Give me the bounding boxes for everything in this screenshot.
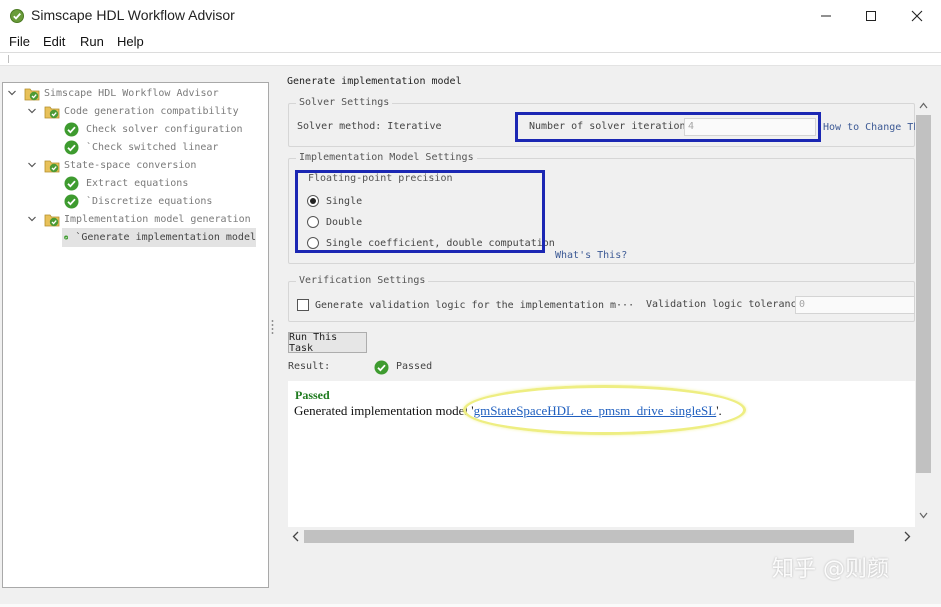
horizontal-scrollbar[interactable] [288,528,915,545]
validation-logic-label: Generate validation logic for the implem… [315,300,635,311]
close-icon [911,10,923,22]
scroll-up-icon[interactable] [919,102,928,109]
passed-check-icon [64,176,79,191]
tree-item-label: `Discretize equations [86,196,213,207]
window-title: Simscape HDL Workflow Advisor [31,7,235,23]
tree-item-label: Check solver configuration [86,124,243,135]
report-message-prefix: Generated implementation model ' [294,403,474,418]
highlight-box-iterations [515,112,821,142]
chevron-down-icon[interactable] [27,214,37,224]
toolbar-grip [8,55,9,63]
tree-item-discretize-equations[interactable]: `Discretize equations [64,193,212,210]
solver-settings-legend: Solver Settings [296,97,393,108]
menu-help[interactable]: Help [117,34,144,49]
tree-item-label: `Generate implementation model [75,232,256,243]
minimize-button[interactable] [803,0,849,32]
verification-settings-legend: Verification Settings [296,275,429,286]
folder-check-icon [24,88,40,100]
close-button[interactable] [894,0,940,32]
implementation-settings-legend: Implementation Model Settings [296,152,477,163]
chevron-down-icon[interactable] [27,160,37,170]
tree-item-generate-implementation[interactable]: `Generate implementation model [62,228,256,247]
vertical-scrollbar[interactable] [915,98,932,528]
app-check-icon [10,9,24,23]
watermark: 知乎 @则颜 [772,557,889,582]
folder-check-icon [44,106,60,118]
tree-group-label: State-space conversion [64,160,197,171]
menu-bar: File Edit Run Help [0,32,941,52]
tree-group-label: Code generation compatibility [64,106,239,117]
report-status: Passed [295,388,330,402]
scroll-down-icon[interactable] [919,512,928,519]
chevron-down-icon[interactable] [27,106,37,116]
toolbar [0,53,941,66]
result-value: Passed [396,361,433,372]
folder-check-icon [44,160,60,172]
maximize-icon [866,11,876,21]
task-tree[interactable]: Simscape HDL Workflow Advisor Code gener… [2,82,269,588]
highlight-ellipse-model-link [463,385,746,435]
tolerance-label: Validation logic tolerance [646,299,803,310]
splitter-handle[interactable] [271,318,274,338]
tree-group-label: Implementation model generation [64,214,251,225]
vertical-scroll-thumb[interactable] [916,115,931,473]
tree-group-implementation[interactable]: Implementation model generation [44,211,251,228]
menu-run[interactable]: Run [80,34,104,49]
passed-check-icon [64,140,79,155]
solver-method-label: Solver method: Iterative [297,121,442,132]
result-label: Result: [288,361,331,372]
title-bar: Simscape HDL Workflow Advisor [0,0,941,32]
maximize-button[interactable] [848,0,894,32]
folder-check-icon [44,214,60,226]
menu-edit[interactable]: Edit [43,34,65,49]
tree-group-code-generation[interactable]: Code generation compatibility [44,103,239,120]
scroll-left-icon[interactable] [292,531,299,542]
how-to-change-link[interactable]: How to Change Thi [823,122,915,133]
passed-check-icon [64,194,79,209]
minimize-icon [821,15,831,17]
tree-item-extract-equations[interactable]: Extract equations [64,175,188,192]
tree-group-state-space[interactable]: State-space conversion [44,157,196,174]
tree-root-label: Simscape HDL Workflow Advisor [44,88,219,99]
passed-check-icon [374,360,389,375]
passed-check-icon [64,122,79,137]
scroll-right-icon[interactable] [904,531,911,542]
whats-this-link[interactable]: What's This? [555,250,627,261]
tree-item-label: `Check switched linear [86,142,219,153]
chevron-down-icon[interactable] [7,88,17,98]
horizontal-scroll-thumb[interactable] [304,530,854,543]
passed-check-icon [64,235,69,240]
tree-item-check-switched-linear[interactable]: `Check switched linear [64,139,218,156]
tree-item-check-solver[interactable]: Check solver configuration [64,121,243,138]
tree-root[interactable]: Simscape HDL Workflow Advisor [24,85,219,102]
tolerance-input[interactable]: 0 [795,296,915,314]
highlight-box-precision [295,170,545,253]
panel-title: Generate implementation model [287,76,462,87]
run-task-button[interactable]: Run This Task [288,332,367,354]
menu-file[interactable]: File [9,34,30,49]
tree-item-label: Extract equations [86,178,189,189]
validation-logic-checkbox[interactable] [297,299,309,311]
